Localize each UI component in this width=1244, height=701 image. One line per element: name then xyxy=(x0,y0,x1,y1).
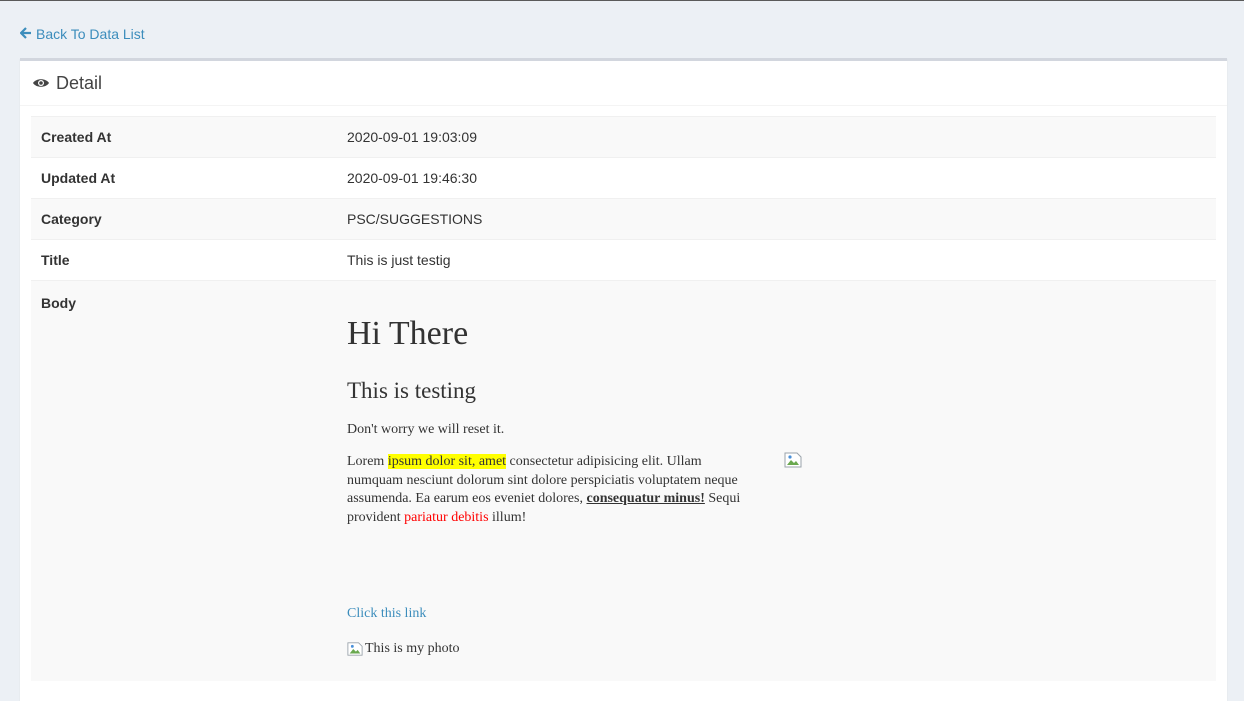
bold-underlined-text: consequatur minus! xyxy=(586,491,705,506)
back-to-data-list-link[interactable]: Back To Data List xyxy=(19,26,145,42)
highlighted-text: ipsum dolor sit, amet xyxy=(387,454,507,469)
detail-label: Title xyxy=(31,239,337,281)
detail-label: Body xyxy=(31,280,337,681)
detail-table: Created At 2020-09-01 19:03:09 Updated A… xyxy=(31,116,1216,681)
detail-value: PSC/SUGGESTIONS xyxy=(337,198,1216,240)
body-heading-2: This is testing xyxy=(347,378,477,403)
detail-body-cell: Hi There This is testing Don't worry we … xyxy=(337,280,1216,681)
paragraph-text: illum! xyxy=(488,509,527,525)
red-text: pariatur debitis xyxy=(404,509,489,525)
box-header: Detail xyxy=(20,61,1227,106)
detail-value: 2020-09-01 19:46:30 xyxy=(337,157,1216,199)
body-paragraph-1: Don't worry we will reset it. xyxy=(347,422,505,437)
detail-row-updated-at: Updated At 2020-09-01 19:46:30 xyxy=(31,157,1216,199)
detail-row-title: Title This is just testig xyxy=(31,239,1216,281)
body-content: Hi There This is testing Don't worry we … xyxy=(347,281,1206,681)
photo: This is my photo xyxy=(347,641,460,657)
detail-value: This is just testig xyxy=(337,239,1216,281)
detail-row-category: Category PSC/SUGGESTIONS xyxy=(31,198,1216,240)
arrow-left-icon xyxy=(19,27,32,41)
detail-value: 2020-09-01 19:03:09 xyxy=(337,116,1216,158)
detail-label: Category xyxy=(31,198,337,240)
body-heading-1: Hi There xyxy=(347,315,469,352)
body-paragraph-2: Lorem ipsum dolor sit, amet consectetur … xyxy=(347,453,747,527)
photo-alt-text: This is my photo xyxy=(365,641,460,656)
detail-label: Created At xyxy=(31,116,337,158)
back-link-label: Back To Data List xyxy=(36,26,145,42)
eye-icon xyxy=(32,77,50,89)
click-this-link[interactable]: Click this link xyxy=(347,606,426,622)
detail-row-created-at: Created At 2020-09-01 19:03:09 xyxy=(31,116,1216,158)
paragraph-text: Lorem xyxy=(347,454,388,469)
box-title: Detail xyxy=(56,72,103,93)
detail-row-body: Body Hi There This is testing Don't worr… xyxy=(31,280,1216,681)
broken-image-icon xyxy=(784,452,802,468)
detail-label: Updated At xyxy=(31,157,337,199)
detail-box: Detail Created At 2020-09-01 19:03:09 Up… xyxy=(20,58,1227,701)
broken-image-icon xyxy=(347,642,363,656)
